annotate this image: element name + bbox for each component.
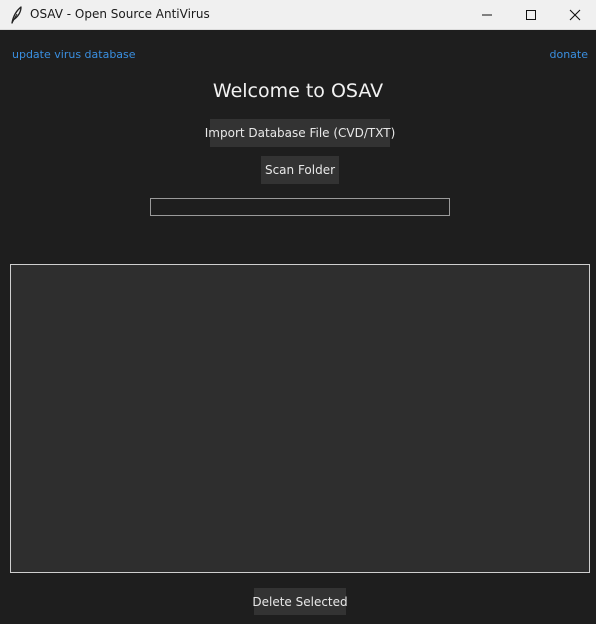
page-title: Welcome to OSAV — [212, 80, 384, 102]
update-virus-database-link[interactable]: update virus database — [12, 48, 136, 61]
import-database-button[interactable]: Import Database File (CVD/TXT) — [205, 119, 395, 147]
scan-progress-bar — [150, 198, 450, 216]
title-bar[interactable]: OSAV - Open Source AntiVirus — [0, 0, 596, 30]
feather-icon — [11, 6, 22, 24]
donate-link[interactable]: donate — [549, 48, 588, 61]
minimize-button[interactable] — [464, 0, 510, 29]
minimize-icon — [482, 14, 492, 15]
close-button[interactable] — [552, 0, 596, 29]
window-title: OSAV - Open Source AntiVirus — [30, 7, 210, 21]
maximize-button[interactable] — [508, 0, 554, 29]
delete-selected-button[interactable]: Delete Selected — [252, 588, 348, 615]
scan-folder-button[interactable]: Scan Folder — [261, 156, 339, 184]
app-window: OSAV - Open Source AntiVirus update viru… — [0, 0, 596, 624]
close-icon — [569, 9, 581, 20]
results-list[interactable] — [10, 264, 590, 573]
maximize-icon — [526, 9, 536, 20]
